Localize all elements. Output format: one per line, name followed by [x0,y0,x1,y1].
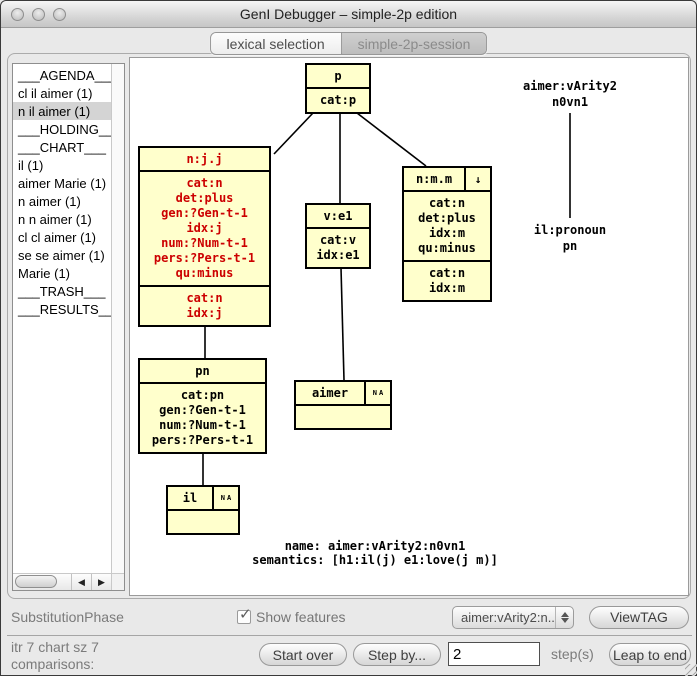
sidebar-item[interactable]: aimer Marie (1) [13,174,111,192]
tree-node-il: ilNA [166,485,240,535]
tree-semantics: semantics: [h1:il(j) e1:love(j m)] [145,553,605,567]
sidebar-item[interactable]: cl cl aimer (1) [13,228,111,246]
tab-strip: lexical selection simple-2p-session [1,28,696,54]
node-features: cat:ndet:plusgen:?Gen-t-1idx:jnum:?Num-t… [140,170,269,285]
resize-grip[interactable] [685,664,697,676]
iteration-info: itr 7 chart sz 7 comparisons: [11,639,99,673]
sidebar-item[interactable]: il (1) [13,156,111,174]
sidebar-item[interactable]: cl il aimer (1) [13,84,111,102]
sidebar-item[interactable]: ___AGENDA___ [13,66,111,84]
node-title: n:j.j [140,148,269,170]
sidebar-item[interactable]: se se aimer (1) [13,246,111,264]
content-groupbox: ___AGENDA___cl il aimer (1)n il aimer (1… [7,53,691,599]
scrollbar-corner [111,573,124,590]
start-over-button[interactable]: Start over [259,643,347,666]
null-adjunction-marker: NA [364,382,390,404]
derivation-root: aimer:vArity2 n0vn1 [505,78,635,110]
node-features [296,404,390,428]
status-bar: SubstitutionPhase ✓ Show features aimer:… [1,599,697,635]
sidebar-item[interactable]: ___RESULTS___ [13,300,111,318]
tab-simple-2p-session[interactable]: simple-2p-session [341,33,487,54]
node-title: n:m.m [404,168,464,190]
sidebar-item[interactable]: ___HOLDING___ [13,120,111,138]
tab-lexical-selection[interactable]: lexical selection [211,33,341,54]
sidebar-item[interactable]: ___CHART___ [13,138,111,156]
step-by-button[interactable]: Step by... [353,643,441,666]
node-features: cat:vidx:e1 [307,227,369,267]
node-features: cat:p [307,87,369,112]
scroll-left-arrow-icon[interactable]: ◀ [71,574,91,590]
control-bar: itr 7 chart sz 7 comparisons: Start over… [1,637,697,676]
sidebar-item[interactable]: n aimer (1) [13,192,111,210]
sidebar-item[interactable]: ___TRASH___ [13,282,111,300]
scroll-right-arrow-icon[interactable]: ▶ [91,574,111,590]
node-title: il [168,487,212,509]
node-features: cat:nidx:m [404,260,490,300]
sidebar-list: ___AGENDA___cl il aimer (1)n il aimer (1… [13,64,111,573]
tree-node-ve1: v:e1cat:vidx:e1 [305,203,371,269]
node-title: p [307,65,369,87]
show-features-checkbox[interactable]: ✓ [237,610,251,624]
show-features-label: Show features [256,609,346,625]
sidebar-horizontal-scrollbar[interactable]: ◀ ▶ [13,573,111,590]
step-count-input[interactable] [448,642,540,666]
sidebar-item[interactable]: n n aimer (1) [13,210,111,228]
tree-node-p: pcat:p [305,63,371,114]
checkmark-icon: ✓ [239,605,252,623]
title-bar: GenI Debugger – simple-2p edition [1,1,696,28]
node-features: cat:ndet:plusidx:mqu:minus [404,190,490,260]
agenda-sidebar: ___AGENDA___cl il aimer (1)n il aimer (1… [12,63,125,591]
node-title: aimer [296,382,364,404]
tree-node-njj: n:j.jcat:ndet:plusgen:?Gen-t-1idx:jnum:?… [138,146,271,327]
node-title: pn [140,360,265,382]
stepper-arrows-icon [555,607,573,628]
comparisons-label: comparisons: [11,656,99,673]
sidebar-item[interactable]: Marie (1) [13,264,111,282]
separator [7,635,692,636]
tree-node-pn: pncat:pngen:?Gen-t-1num:?Num-t-1pers:?Pe… [138,358,267,454]
tree-selector-value: aimer:vArity2:n... [453,610,555,625]
viewtag-button[interactable]: ViewTAG [589,606,689,629]
leap-to-end-button[interactable]: Leap to end [609,643,691,666]
tree-selector-dropdown[interactable]: aimer:vArity2:n... [452,606,574,629]
derivation-child: il:pronoun pn [505,222,635,254]
node-title: v:e1 [307,205,369,227]
tree-node-aimer: aimerNA [294,380,392,430]
substitution-arrow-icon: ↓ [464,168,490,190]
null-adjunction-marker: NA [212,487,238,509]
node-features: cat:pngen:?Gen-t-1num:?Num-t-1pers:?Pers… [140,382,265,452]
scrollbar-thumb[interactable] [15,575,57,588]
sidebar-item[interactable]: n il aimer (1) [13,102,111,120]
node-features [168,509,238,533]
tree-canvas: pcat:p n:j.jcat:ndet:plusgen:?Gen-t-1idx… [129,57,689,596]
tree-name: name: aimer:vArity2:n0vn1 [145,539,605,553]
tree-node-nmm: n:m.m↓cat:ndet:plusidx:mqu:minuscat:nidx… [402,166,492,302]
steps-label: step(s) [551,646,594,662]
phase-label: SubstitutionPhase [11,609,124,625]
node-features: cat:nidx:j [140,285,269,325]
sidebar-vertical-scrollbar[interactable] [111,64,124,573]
window-title: GenI Debugger – simple-2p edition [1,6,696,22]
tree-caption: name: aimer:vArity2:n0vn1 semantics: [h1… [145,539,605,567]
